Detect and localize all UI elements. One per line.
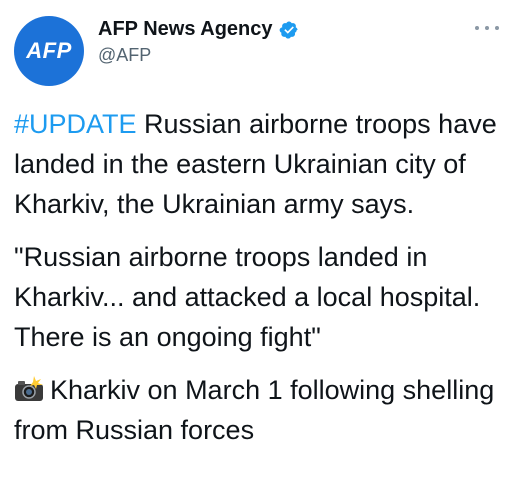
more-dot xyxy=(495,26,499,30)
author-display-name[interactable]: AFP News Agency xyxy=(98,18,273,41)
paragraph-3-text: Kharkiv on March 1 following shelling fr… xyxy=(14,375,502,445)
more-dot xyxy=(475,26,479,30)
author-name-row: AFP News Agency xyxy=(98,18,299,41)
tweet-paragraph-1: #UPDATE Russian airborne troops have lan… xyxy=(14,104,499,224)
tweet-header: AFP AFP News Agency @AFP xyxy=(14,12,499,86)
tweet-paragraph-3: Kharkiv on March 1 following shelling fr… xyxy=(14,370,499,450)
tweet-card: AFP AFP News Agency @AFP #UPDATE Russian… xyxy=(0,0,511,500)
author-handle[interactable]: @AFP xyxy=(98,45,151,66)
verified-badge-icon xyxy=(279,20,298,39)
tweet-text: #UPDATE Russian airborne troops have lan… xyxy=(14,104,499,463)
more-dot xyxy=(485,26,489,30)
camera-flash-icon xyxy=(15,376,43,401)
tweet-paragraph-2: "Russian airborne troops landed in Khark… xyxy=(14,242,488,352)
hashtag-link[interactable]: #UPDATE xyxy=(14,109,137,139)
avatar[interactable]: AFP xyxy=(14,16,84,86)
more-horizontal-icon[interactable] xyxy=(475,22,499,34)
avatar-logo-text: AFP xyxy=(26,38,72,63)
